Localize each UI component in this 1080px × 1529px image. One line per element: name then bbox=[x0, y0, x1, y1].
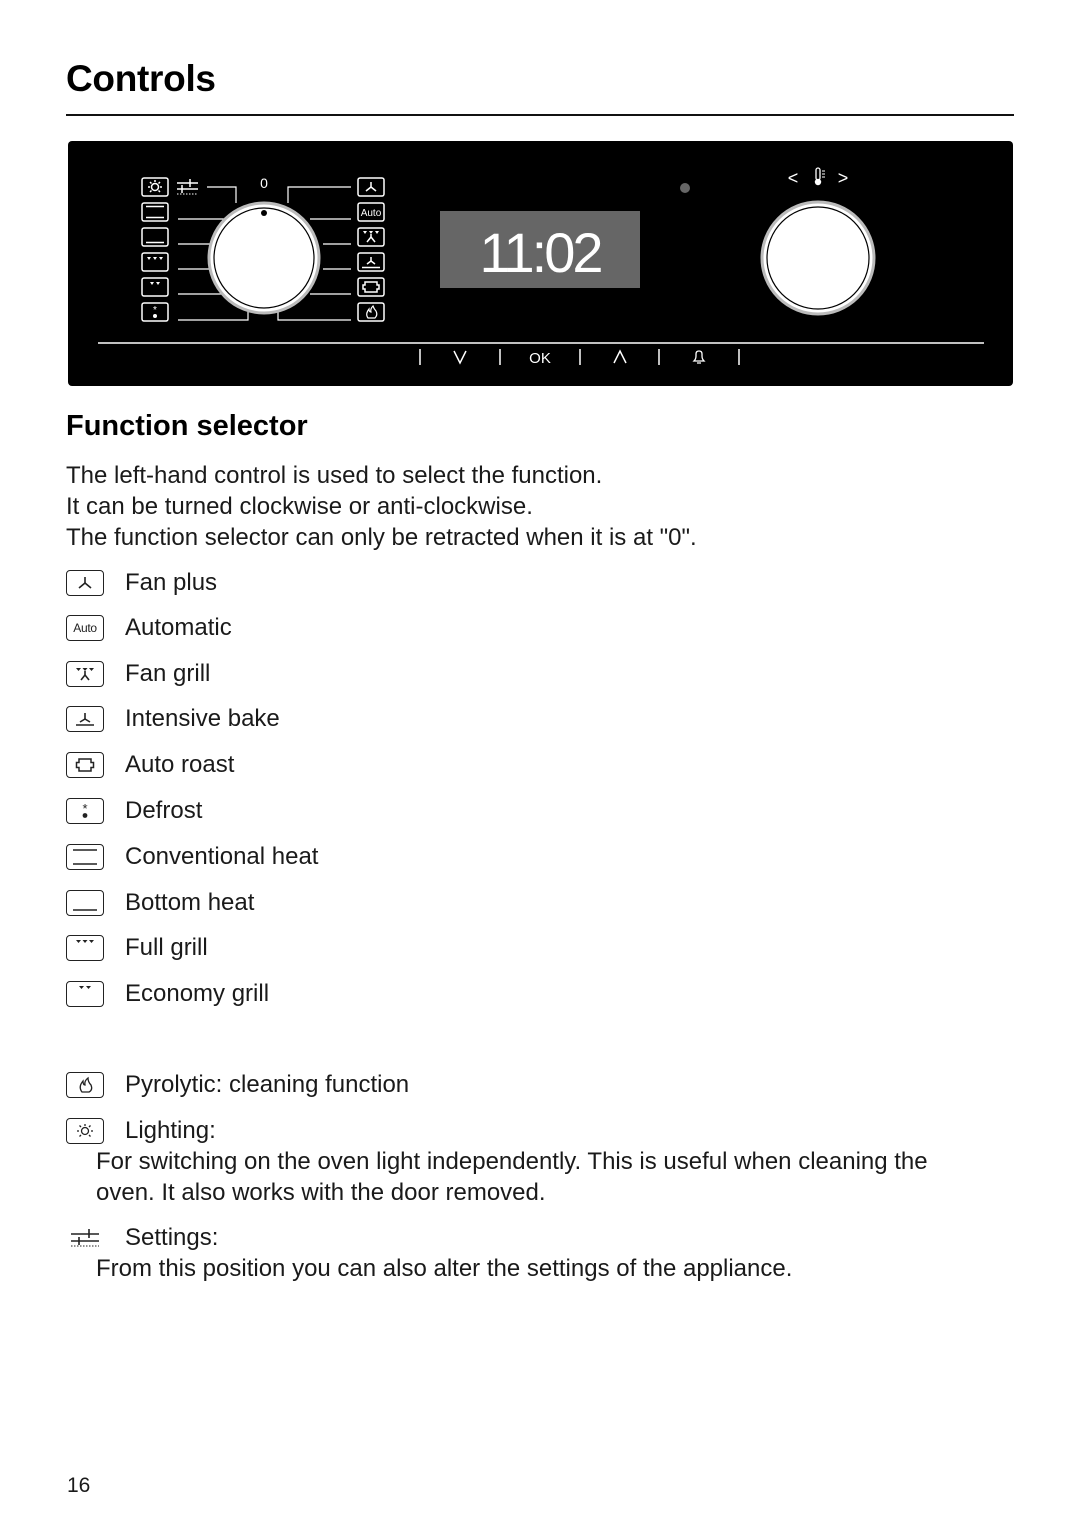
fan-grill-icon bbox=[357, 227, 385, 247]
description-line: oven. It also works with the door remove… bbox=[96, 1179, 546, 1206]
conventional-heat-icon bbox=[66, 844, 104, 870]
section-title: Function selector bbox=[66, 410, 308, 442]
description-line: From this position you can also alter th… bbox=[96, 1255, 793, 1282]
list-item: Auto roast bbox=[66, 748, 234, 782]
description-line: For switching on the oven light independ… bbox=[96, 1148, 928, 1175]
full-grill-icon bbox=[66, 935, 104, 961]
function-label: Full grill bbox=[125, 934, 208, 961]
lighting-icon bbox=[141, 177, 169, 197]
list-item: Full grill bbox=[66, 931, 208, 965]
function-label: Pyrolytic: cleaning function bbox=[125, 1071, 410, 1098]
function-label: Defrost bbox=[125, 797, 203, 824]
display-time: 11:02 bbox=[480, 221, 602, 284]
list-item: Lighting: bbox=[66, 1114, 216, 1148]
lighting-description: For switching on the oven light independ… bbox=[96, 1146, 928, 1208]
indicator-light bbox=[680, 183, 690, 193]
bottom-heat-icon bbox=[141, 227, 169, 247]
zero-position-label: 0 bbox=[260, 175, 268, 191]
fan-plus-icon bbox=[357, 177, 385, 197]
intensive-bake-icon bbox=[66, 706, 104, 732]
bottom-heat-icon bbox=[66, 890, 104, 916]
temperature-knob[interactable] bbox=[760, 200, 876, 316]
chevron-up-icon bbox=[613, 349, 627, 364]
ok-button[interactable]: OK bbox=[529, 350, 551, 367]
intensive-bake-icon bbox=[357, 252, 385, 272]
settings-icon bbox=[177, 179, 198, 195]
intro-text: The left-hand control is used to select … bbox=[66, 460, 697, 553]
full-grill-icon bbox=[141, 252, 169, 272]
title-divider bbox=[66, 114, 1014, 116]
automatic-icon: Auto bbox=[66, 615, 104, 641]
economy-grill-icon bbox=[66, 981, 104, 1007]
temp-increase-arrow: > bbox=[838, 168, 849, 188]
intro-line: It can be turned clockwise or anti-clock… bbox=[66, 493, 533, 520]
bell-icon bbox=[692, 350, 706, 364]
list-item: Pyrolytic: cleaning function bbox=[66, 1068, 409, 1102]
fan-plus-icon bbox=[66, 570, 104, 596]
chevron-down-icon bbox=[453, 350, 467, 365]
lighting-icon bbox=[66, 1118, 104, 1144]
function-label: Fan grill bbox=[125, 660, 211, 687]
function-label: Fan plus bbox=[125, 569, 218, 596]
function-label: Automatic bbox=[125, 614, 232, 641]
auto-roast-icon bbox=[357, 277, 385, 297]
function-label: Lighting: bbox=[125, 1117, 216, 1144]
list-item: Intensive bake bbox=[66, 702, 280, 736]
up-button[interactable] bbox=[613, 349, 627, 364]
pyrolytic-icon bbox=[357, 302, 385, 322]
function-label: Settings: bbox=[125, 1224, 219, 1251]
function-selector-knob[interactable] bbox=[207, 201, 321, 315]
list-item: Conventional heat bbox=[66, 840, 318, 874]
list-item: Fan grill bbox=[66, 657, 210, 691]
list-item: Bottom heat bbox=[66, 886, 254, 920]
page-number: 16 bbox=[67, 1474, 91, 1497]
economy-grill-icon bbox=[141, 277, 169, 297]
list-item: Economy grill bbox=[66, 977, 269, 1011]
settings-description: From this position you can also alter th… bbox=[96, 1253, 792, 1284]
ok-label: OK bbox=[529, 350, 551, 367]
page-title: Controls bbox=[66, 58, 216, 99]
automatic-icon-text: Auto bbox=[73, 621, 97, 635]
function-label: Economy grill bbox=[125, 980, 270, 1007]
intro-line: The left-hand control is used to select … bbox=[66, 462, 603, 489]
conventional-heat-icon bbox=[141, 202, 169, 222]
list-item: Fan plus bbox=[66, 566, 217, 600]
list-item: Settings: bbox=[66, 1221, 218, 1255]
list-item: * Defrost bbox=[66, 794, 202, 828]
function-label: Bottom heat bbox=[125, 889, 255, 916]
defrost-icon: * bbox=[66, 798, 104, 824]
temp-decrease-arrow: < bbox=[788, 168, 799, 188]
pyrolytic-icon bbox=[66, 1072, 104, 1098]
fan-grill-icon bbox=[66, 661, 104, 687]
timer-button[interactable] bbox=[692, 350, 706, 364]
function-label: Auto roast bbox=[125, 751, 235, 778]
settings-icon bbox=[66, 1225, 104, 1251]
function-label: Conventional heat bbox=[125, 843, 319, 870]
auto-roast-icon bbox=[66, 752, 104, 778]
down-button[interactable] bbox=[453, 350, 467, 365]
thermometer-icon bbox=[814, 167, 825, 186]
oven-control-panel: * 0 Auto 11:02 < > OK bbox=[68, 141, 1013, 386]
automatic-label: Auto bbox=[361, 208, 382, 219]
list-item: Auto Automatic bbox=[66, 611, 232, 645]
intro-line: The function selector can only be retrac… bbox=[66, 524, 697, 551]
function-label: Intensive bake bbox=[125, 705, 280, 732]
